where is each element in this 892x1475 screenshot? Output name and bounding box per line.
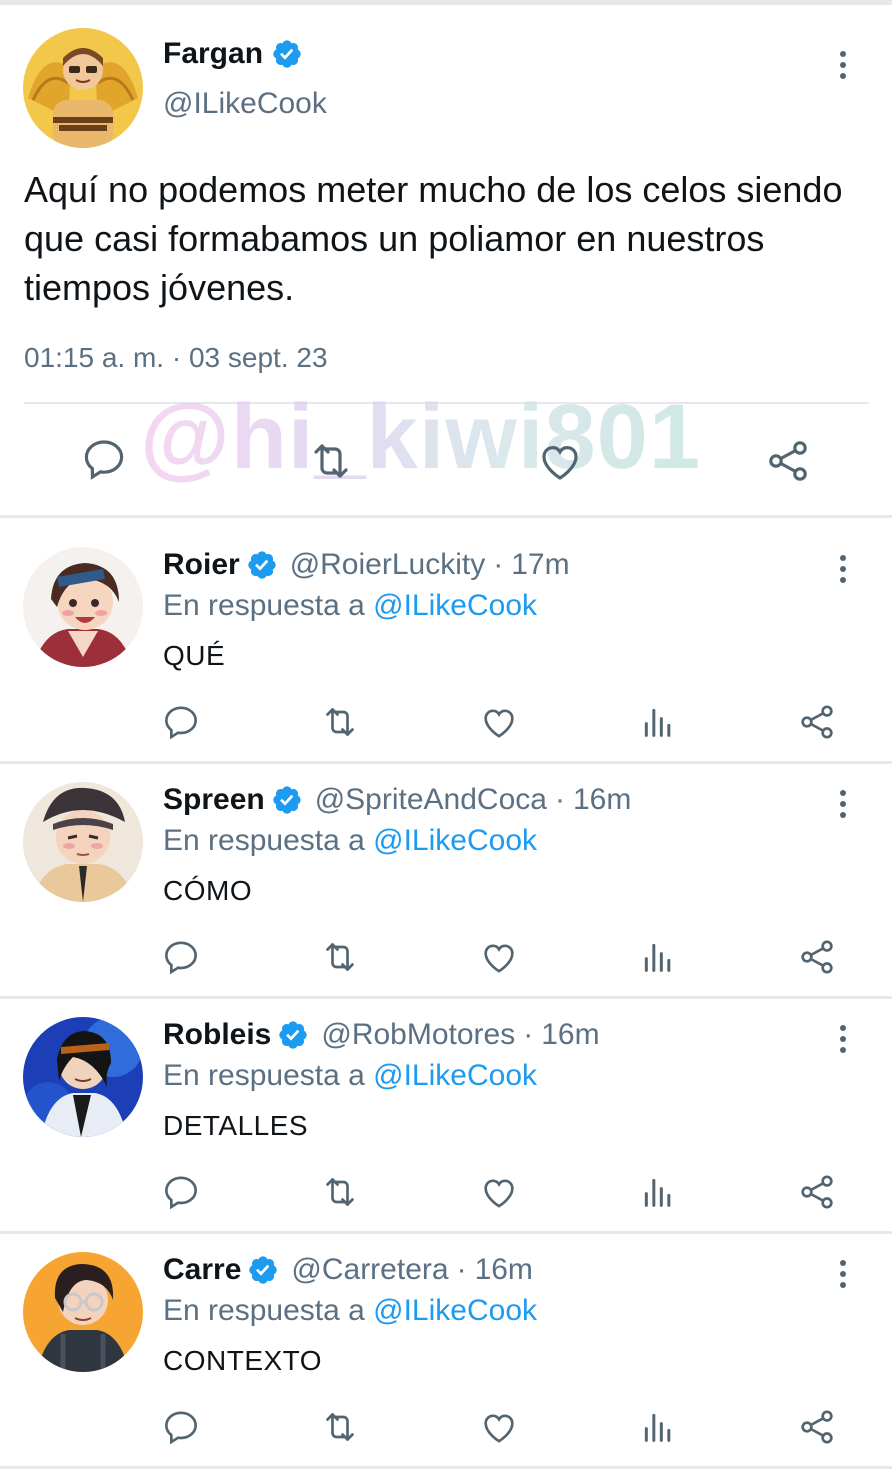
- reply-icon[interactable]: [161, 1407, 201, 1447]
- retweet-icon[interactable]: [307, 437, 355, 485]
- like-icon[interactable]: [479, 702, 519, 742]
- divider: [0, 761, 892, 764]
- main-tweet[interactable]: Fargan @ILikeCook Aquí no podemos meter …: [0, 5, 892, 515]
- user-handle[interactable]: @RobMotores: [321, 1018, 515, 1052]
- separator-dot: ·: [523, 1018, 534, 1051]
- reply-icon[interactable]: [161, 702, 201, 742]
- avatar[interactable]: [23, 782, 143, 902]
- verified-badge-icon: [273, 40, 301, 68]
- in-reply-to-label: En respuesta a: [163, 1294, 365, 1327]
- tweet-text: DETALLES: [163, 1110, 309, 1141]
- tweet-text: QUÉ: [163, 640, 226, 671]
- share-icon[interactable]: [764, 437, 812, 485]
- avatar[interactable]: [23, 28, 143, 148]
- views-icon[interactable]: [638, 1407, 678, 1447]
- share-icon[interactable]: [797, 702, 837, 742]
- more-options-icon[interactable]: [833, 48, 853, 82]
- separator-dot: ·: [554, 783, 565, 816]
- more-options-icon[interactable]: [833, 1257, 853, 1291]
- user-handle[interactable]: @Carretera: [291, 1253, 448, 1287]
- in-reply-to-label: En respuesta a: [163, 589, 365, 622]
- tweet-time[interactable]: 16m: [541, 1018, 599, 1052]
- retweet-icon[interactable]: [320, 702, 360, 742]
- reply-tweet[interactable]: Robleis @RobMotores · 16m En respuesta a…: [0, 1000, 892, 1232]
- mention-link[interactable]: @ILikeCook: [373, 1294, 537, 1327]
- divider: [24, 402, 869, 404]
- verified-badge-icon: [248, 551, 276, 579]
- reply-icon[interactable]: [161, 937, 201, 977]
- display-name[interactable]: Carre: [163, 1253, 241, 1287]
- display-name[interactable]: Robleis: [163, 1018, 271, 1052]
- separator-dot: ·: [493, 548, 504, 581]
- share-icon[interactable]: [797, 937, 837, 977]
- in-reply-to: En respuesta a @ILikeCook: [163, 1059, 537, 1093]
- tweet-time[interactable]: 16m: [475, 1253, 533, 1287]
- in-reply-to: En respuesta a @ILikeCook: [163, 824, 537, 858]
- views-icon[interactable]: [638, 937, 678, 977]
- share-icon[interactable]: [797, 1172, 837, 1212]
- reply-icon[interactable]: [80, 435, 128, 483]
- views-icon[interactable]: [638, 702, 678, 742]
- divider: [0, 515, 892, 518]
- in-reply-to-label: En respuesta a: [163, 1059, 365, 1092]
- in-reply-to: En respuesta a @ILikeCook: [163, 589, 537, 623]
- like-icon[interactable]: [479, 937, 519, 977]
- tweet-time[interactable]: 17m: [511, 548, 569, 582]
- more-options-icon[interactable]: [833, 552, 853, 586]
- tweet-time[interactable]: 16m: [573, 783, 631, 817]
- tweet-timestamp[interactable]: 01:15 a. m. · 03 sept. 23: [24, 342, 328, 374]
- reply-tweet[interactable]: Roier @RoierLuckity · 17m En respuesta a…: [0, 530, 892, 762]
- like-icon[interactable]: [479, 1172, 519, 1212]
- retweet-icon[interactable]: [320, 937, 360, 977]
- user-handle[interactable]: @SpriteAndCoca: [315, 783, 547, 817]
- views-icon[interactable]: [638, 1172, 678, 1212]
- more-options-icon[interactable]: [833, 787, 853, 821]
- divider: [0, 1231, 892, 1234]
- share-icon[interactable]: [797, 1407, 837, 1447]
- verified-badge-icon: [249, 1256, 278, 1284]
- mention-link[interactable]: @ILikeCook: [373, 1059, 537, 1092]
- user-handle[interactable]: @ILikeCook: [163, 87, 327, 121]
- tweet-text: CONTEXTO: [163, 1345, 323, 1376]
- avatar[interactable]: [23, 547, 143, 667]
- retweet-icon[interactable]: [320, 1407, 360, 1447]
- mention-link[interactable]: @ILikeCook: [373, 824, 537, 857]
- in-reply-to: En respuesta a @ILikeCook: [163, 1294, 537, 1328]
- separator-dot: ·: [456, 1253, 467, 1286]
- reply-tweet[interactable]: Carre @Carretera · 16m En respuesta a @I…: [0, 1235, 892, 1467]
- tweet-text: CÓMO: [163, 875, 253, 906]
- like-icon[interactable]: [536, 437, 584, 485]
- retweet-icon[interactable]: [320, 1172, 360, 1212]
- avatar[interactable]: [23, 1017, 143, 1137]
- display-name[interactable]: Fargan: [163, 37, 263, 71]
- verified-badge-icon: [279, 1021, 308, 1049]
- mention-link[interactable]: @ILikeCook: [373, 589, 537, 622]
- display-name[interactable]: Spreen: [163, 783, 265, 817]
- like-icon[interactable]: [479, 1407, 519, 1447]
- in-reply-to-label: En respuesta a: [163, 824, 365, 857]
- reply-tweet[interactable]: Spreen @SpriteAndCoca · 16m En respuesta…: [0, 765, 892, 997]
- more-options-icon[interactable]: [833, 1022, 853, 1056]
- avatar[interactable]: [23, 1252, 143, 1372]
- watermark: @hi_kiwi801: [140, 386, 701, 488]
- reply-icon[interactable]: [161, 1172, 201, 1212]
- divider: [0, 996, 892, 999]
- tweet-text: Aquí no podemos meter mucho de los celos…: [24, 169, 843, 308]
- user-handle[interactable]: @RoierLuckity: [290, 548, 486, 582]
- display-name[interactable]: Roier: [163, 548, 240, 582]
- verified-badge-icon: [273, 786, 301, 814]
- divider: [0, 1466, 892, 1469]
